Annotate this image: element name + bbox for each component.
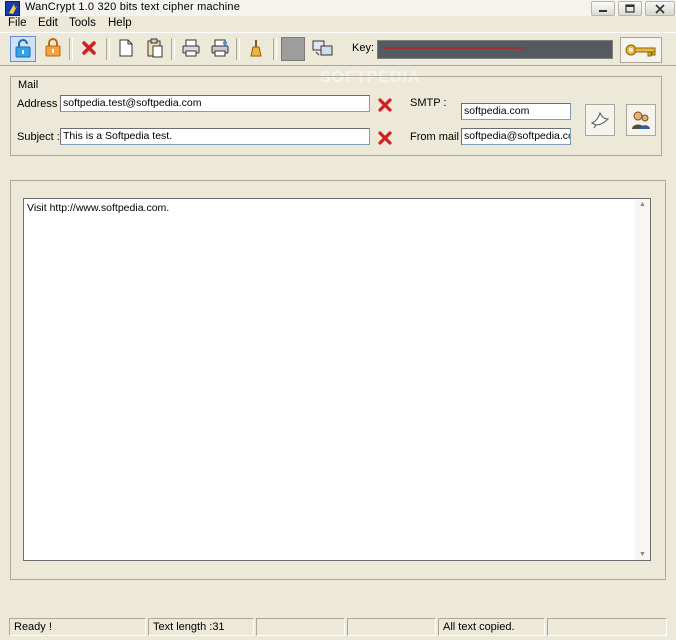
key-label: Key:	[352, 42, 375, 54]
minimize-icon	[599, 10, 607, 12]
maximize-icon	[625, 4, 635, 13]
new-doc-icon	[119, 39, 133, 57]
key-button[interactable]	[620, 37, 662, 63]
minimize-button[interactable]	[591, 1, 615, 16]
status-copied: All text copied.	[438, 618, 545, 636]
from-mail-field[interactable]: softpedia@softpedia.com	[461, 128, 571, 145]
clear-subject-button[interactable]	[375, 128, 395, 148]
toolbar-separator	[273, 38, 277, 60]
menu-tools[interactable]: Tools	[69, 17, 96, 29]
vertical-scrollbar[interactable]: ▲ ▼	[635, 199, 650, 560]
paste-button[interactable]	[143, 36, 167, 60]
toolbar: SOFTPEDIA Key:	[0, 32, 676, 86]
scroll-down-icon[interactable]: ▼	[639, 551, 646, 558]
key-icon	[625, 44, 656, 57]
users-icon	[632, 111, 650, 129]
screens-button[interactable]	[311, 36, 335, 60]
delete-button[interactable]	[77, 36, 101, 60]
menu-file[interactable]: File	[8, 17, 27, 29]
from-mail-label: From mail :	[410, 131, 465, 143]
toolbar-separator	[171, 38, 175, 60]
gray-button[interactable]	[281, 37, 305, 61]
mail-legend: Mail	[16, 79, 41, 91]
lock-open-icon	[15, 39, 31, 58]
status-bar: Ready ! Text length :31 All text copied.	[0, 616, 676, 638]
print-preview-icon	[211, 39, 229, 57]
paste-icon	[147, 38, 163, 58]
screens-icon	[312, 40, 333, 56]
title-bar: WanCrypt 1.0 320 bits text cipher machin…	[0, 0, 676, 16]
key-input[interactable]	[377, 40, 613, 59]
toolbar-separator	[236, 38, 240, 60]
send-mail-button[interactable]	[585, 104, 615, 136]
new-button[interactable]	[114, 36, 138, 60]
print-icon	[182, 39, 200, 57]
menu-edit[interactable]: Edit	[38, 17, 58, 29]
status-ready: Ready !	[9, 618, 146, 636]
toolbar-separator	[69, 38, 73, 60]
delete-icon	[378, 131, 392, 145]
clear-icon	[250, 40, 262, 57]
close-button[interactable]	[645, 1, 675, 16]
scroll-up-icon[interactable]: ▲	[639, 201, 646, 208]
toolbar-separator	[106, 38, 110, 60]
text-editor[interactable]: Visit http://www.softpedia.com. ▲ ▼	[23, 198, 651, 561]
maximize-button[interactable]	[618, 1, 642, 16]
editor-text: Visit http://www.softpedia.com.	[27, 202, 170, 214]
status-cell-4	[347, 618, 436, 636]
dove-icon	[590, 111, 610, 129]
subject-field[interactable]: This is a Softpedia test.	[60, 128, 370, 145]
delete-icon	[82, 41, 96, 55]
lock-closed-icon	[45, 38, 61, 57]
delete-icon	[378, 98, 392, 112]
encrypt-button[interactable]	[10, 36, 36, 62]
menu-bar: File Edit Tools Help	[0, 16, 676, 32]
window-title: WanCrypt 1.0 320 bits text cipher machin…	[25, 1, 241, 13]
contacts-button[interactable]	[626, 104, 656, 136]
status-text-length: Text length :31	[148, 618, 254, 636]
close-icon	[655, 4, 665, 14]
decrypt-button[interactable]	[41, 36, 65, 60]
address-field[interactable]: softpedia.test@softpedia.com	[60, 95, 370, 112]
smtp-field[interactable]: softpedia.com	[461, 103, 571, 120]
status-cell-6	[547, 618, 667, 636]
print-preview-button[interactable]	[208, 36, 232, 60]
address-label: Address :	[17, 98, 64, 110]
menu-help[interactable]: Help	[108, 17, 132, 29]
status-cell-3	[256, 618, 345, 636]
clear-button[interactable]	[244, 36, 268, 60]
smtp-label: SMTP :	[410, 97, 447, 109]
key-mask	[384, 47, 524, 49]
clear-address-button[interactable]	[375, 95, 395, 115]
print-button[interactable]	[179, 36, 203, 60]
subject-label: Subject :	[17, 131, 60, 143]
app-icon	[5, 1, 20, 16]
